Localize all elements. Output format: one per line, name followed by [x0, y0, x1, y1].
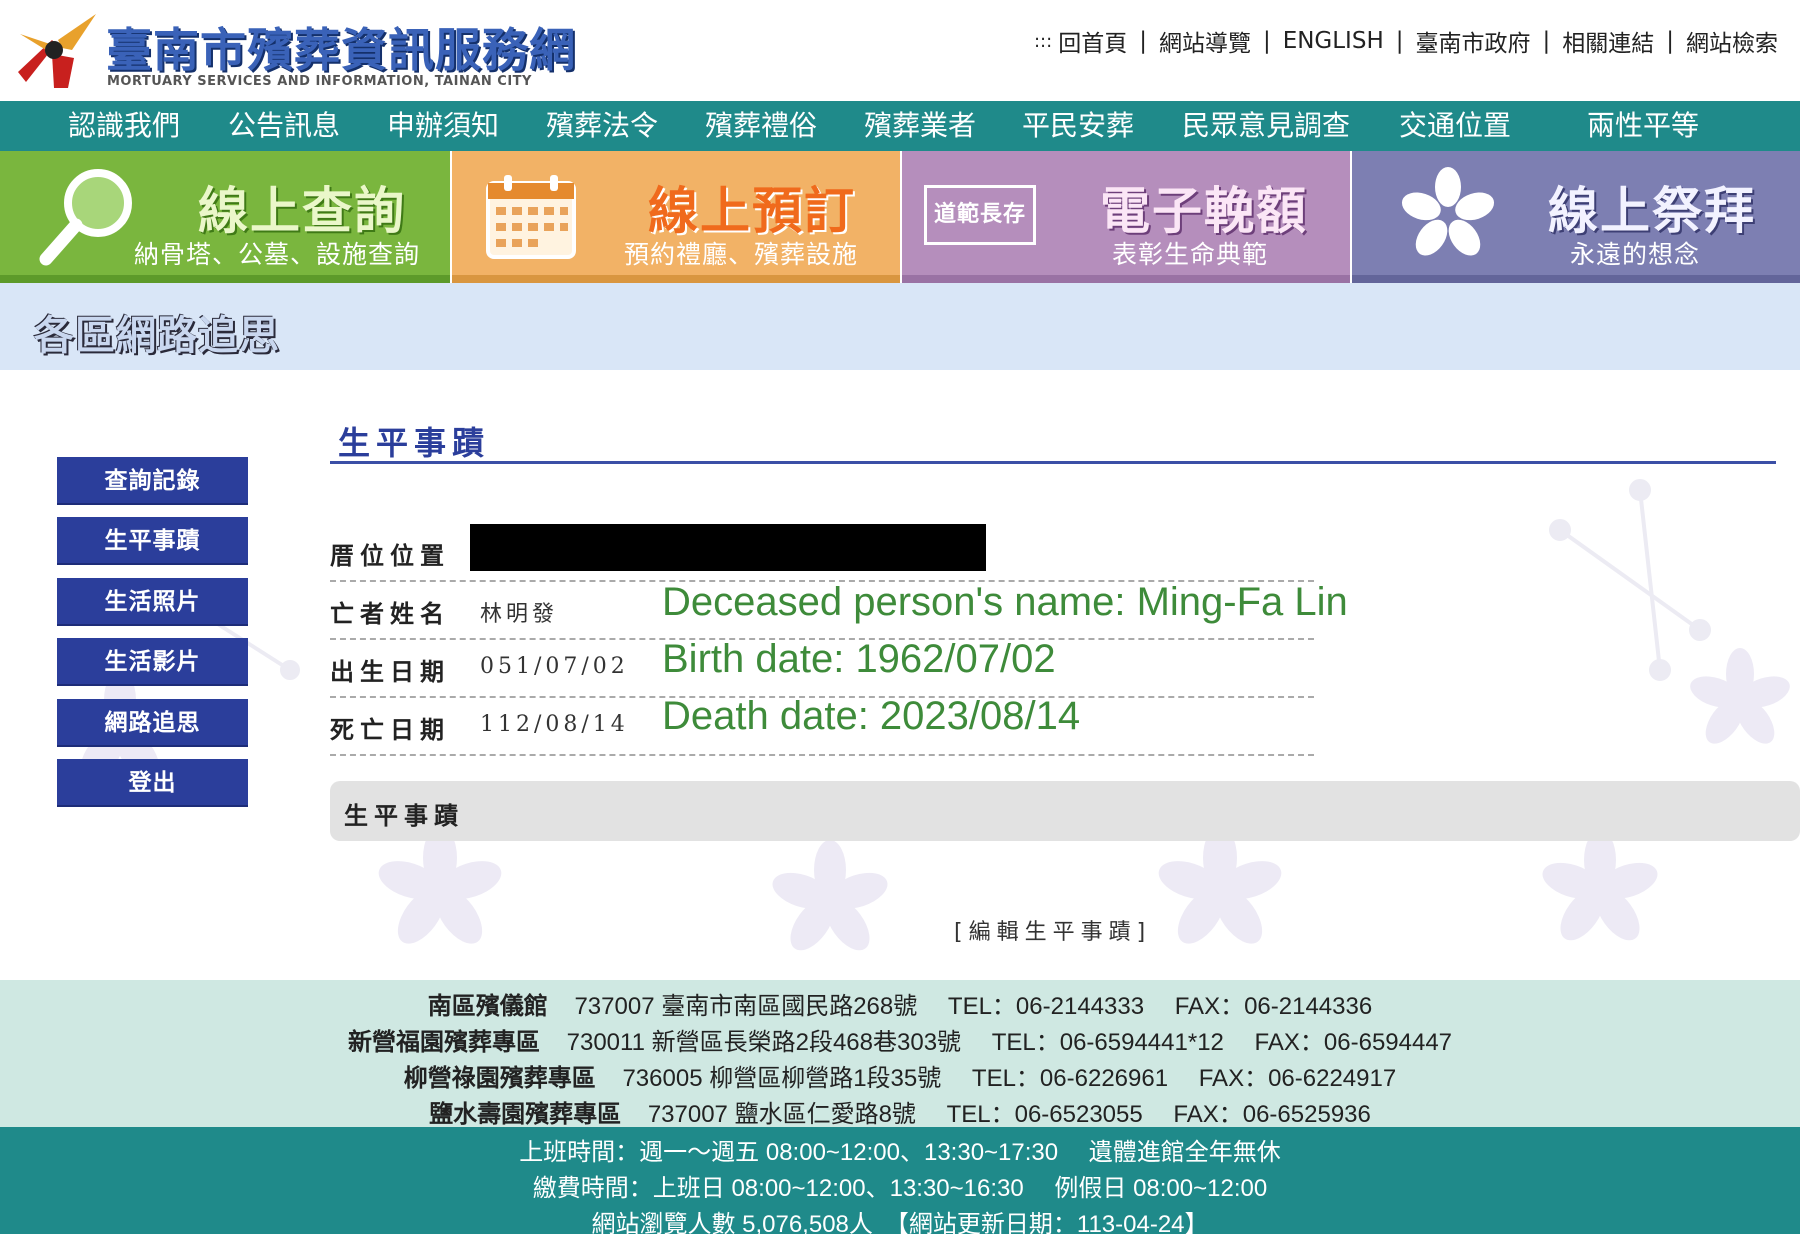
- location-name: 柳營祿園殯葬專區: [403, 1064, 596, 1092]
- sidebar-item-videos[interactable]: 生活影片: [57, 638, 248, 686]
- field-value: 112/08/14: [480, 712, 629, 737]
- plaque-badge: 道範長存: [924, 185, 1036, 245]
- field-value: 林明發: [480, 602, 559, 627]
- location-details: 730011 新營區長榮路2段468巷303號 TEL：06-6594441*1…: [566, 1029, 1453, 1056]
- footer-locations: 南區殯儀館 737007 臺南市南區國民路268號 TEL：06-2144333…: [0, 980, 1800, 1129]
- banner-e-plaque[interactable]: 道範長存 電子輓額 表彰生命典範: [902, 151, 1350, 283]
- banner-subtitle: 永遠的想念: [1570, 240, 1701, 269]
- location-name: 鹽水壽園殯葬專區: [429, 1100, 622, 1128]
- divider: |: [1542, 28, 1551, 54]
- annotation-birth-date: Birth date: 1962/07/02: [662, 637, 1056, 681]
- city-emblem-icon[interactable]: [12, 10, 98, 90]
- annotation-name: Deceased person's name: Ming-Fa Lin: [662, 580, 1348, 624]
- nav-item-gender-equality[interactable]: 兩性平等: [1587, 101, 1699, 151]
- footer-info: 上班時間：週一～週五 08:00~12:00、13:30~17:30 遺體進館全…: [0, 1127, 1800, 1238]
- top-links-prefix: :::: [1033, 30, 1053, 52]
- footer-location-row: 柳營祿園殯葬專區 736005 柳營區柳營路1段35號 TEL：06-62269…: [0, 1058, 1800, 1093]
- banner-title: 線上預訂: [648, 182, 856, 240]
- divider: |: [1666, 28, 1674, 54]
- annotation-death-date: Death date: 2023/08/14: [662, 694, 1081, 738]
- field-label: 亡者姓名: [330, 600, 450, 628]
- footer-location-row: 新營福園殯葬專區 730011 新營區長榮路2段468巷303號 TEL：06-…: [0, 1022, 1800, 1057]
- location-details: 737007 臺南市南區國民路268號 TEL：06-2144333 FAX：0…: [574, 993, 1373, 1020]
- location-name: 南區殯儀館: [427, 992, 548, 1020]
- title-divider: [330, 461, 1776, 464]
- field-value: 051/07/02: [480, 654, 629, 679]
- top-link-sitemap[interactable]: 網站導覽: [1159, 24, 1251, 58]
- main-nav: 認識我們 公告訊息 申辦須知 殯葬法令 殯葬禮俗 殯葬業者 平民安葬 民眾意見調…: [0, 101, 1800, 151]
- biography-box: 生平事蹟: [330, 781, 1800, 841]
- banner-subtitle: 預約禮廳、殯葬設施: [624, 240, 859, 269]
- nav-item-about[interactable]: 認識我們: [68, 101, 180, 151]
- top-link-home[interactable]: 回首頁: [1058, 24, 1127, 58]
- top-link-english[interactable]: ENGLISH: [1283, 28, 1384, 54]
- banner-title: 電子輓額: [1100, 182, 1308, 240]
- nav-item-regulations[interactable]: 殯葬法令: [546, 101, 658, 151]
- location-name: 新營福園殯葬專區: [347, 1028, 540, 1056]
- sidebar-item-query-records[interactable]: 查詢記錄: [57, 457, 248, 505]
- sidebar-item-online-memorial[interactable]: 網路追思: [57, 699, 248, 747]
- divider: |: [1395, 28, 1404, 54]
- field-label: 厝位位置: [330, 542, 450, 570]
- site-title[interactable]: 臺南市殯葬資訊服務網: [106, 14, 576, 80]
- nav-item-civil-burial[interactable]: 平民安葬: [1022, 101, 1134, 151]
- top-link-search[interactable]: 網站檢索: [1686, 24, 1778, 58]
- banner-title: 線上查詢: [198, 182, 406, 240]
- section-header: 各區網路追思: [0, 283, 1800, 370]
- section-title: 各區網路追思: [34, 313, 280, 359]
- footer-location-row: 南區殯儀館 737007 臺南市南區國民路268號 TEL：06-2144333…: [0, 986, 1800, 1021]
- sidebar-item-biography[interactable]: 生平事蹟: [57, 517, 248, 565]
- footer-payment: 繳費時間：上班日 08:00~12:00、13:30~16:30 例假日 08:…: [532, 1175, 1268, 1202]
- nav-item-announcements[interactable]: 公告訊息: [228, 101, 340, 151]
- nav-item-application[interactable]: 申辦須知: [387, 101, 499, 151]
- divider: |: [1262, 28, 1271, 54]
- banner-online-query[interactable]: 線上查詢 納骨塔、公墓、設施查詢: [0, 151, 450, 283]
- nav-item-transport[interactable]: 交通位置: [1399, 101, 1511, 151]
- nav-item-providers[interactable]: 殯葬業者: [864, 101, 976, 151]
- site-header: 臺南市殯葬資訊服務網 MORTUARY SERVICES AND INFORMA…: [0, 0, 1800, 101]
- edit-biography-link[interactable]: [編輯生平事蹟]: [954, 914, 1151, 946]
- field-label: 出生日期: [330, 658, 450, 686]
- magnifier-icon: [39, 169, 132, 266]
- footer-hours: 上班時間：週一～週五 08:00~12:00、13:30~17:30 遺體進館全…: [519, 1139, 1281, 1166]
- top-links: ::: 回首頁 | 網站導覽 | ENGLISH | 臺南市政府 | 相關連結 …: [1034, 24, 1778, 58]
- location-details: 737007 鹽水區仁愛路8號 TEL：06-6523055 FAX：06-65…: [647, 1101, 1371, 1128]
- calendar-icon: [486, 175, 576, 259]
- site-subtitle: MORTUARY SERVICES AND INFORMATION, TAINA…: [107, 74, 532, 89]
- banner-subtitle: 納骨塔、公墓、設施查詢: [134, 240, 421, 269]
- banner-title: 線上祭拜: [1548, 182, 1756, 240]
- banner-online-worship[interactable]: 線上祭拜 永遠的想念: [1352, 151, 1800, 283]
- redacted-block: [470, 524, 986, 571]
- nav-item-customs[interactable]: 殯葬禮俗: [705, 101, 817, 151]
- main-content: 查詢記錄 生平事蹟 生活照片 生活影片 網路追思 登出 生平事蹟 厝位位置 亡者…: [0, 370, 1800, 980]
- sidebar-item-photos[interactable]: 生活照片: [57, 578, 248, 626]
- banner-subtitle: 表彰生命典範: [1112, 240, 1269, 269]
- divider: |: [1139, 28, 1147, 54]
- sidebar-item-logout[interactable]: 登出: [57, 759, 248, 807]
- top-link-related-links[interactable]: 相關連結: [1562, 24, 1654, 58]
- flower-icon: [1401, 167, 1495, 256]
- field-label: 死亡日期: [330, 716, 450, 744]
- biography-heading: 生平事蹟: [344, 802, 464, 830]
- top-link-city-government[interactable]: 臺南市政府: [1416, 24, 1531, 58]
- location-details: 736005 柳營區柳營路1段35號 TEL：06-6226961 FAX：06…: [622, 1065, 1397, 1092]
- nav-item-survey[interactable]: 民眾意見調查: [1182, 101, 1350, 151]
- page-title: 生平事蹟: [338, 424, 491, 462]
- footer-location-row: 鹽水壽園殯葬專區 737007 鹽水區仁愛路8號 TEL：06-6523055 …: [0, 1094, 1800, 1129]
- banner-online-booking[interactable]: 線上預訂 預約禮廳、殯葬設施: [452, 151, 900, 283]
